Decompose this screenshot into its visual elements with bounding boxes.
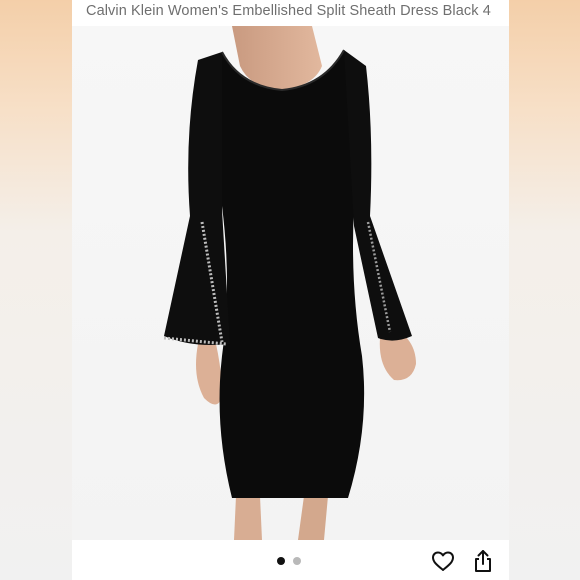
- carousel-dot[interactable]: [293, 557, 301, 565]
- carousel-dot-active[interactable]: [277, 557, 285, 565]
- listing-frame: Calvin Klein Women's Embellished Split S…: [72, 0, 509, 580]
- heart-icon: [432, 551, 454, 571]
- share-button[interactable]: [472, 549, 494, 573]
- listing-title: Calvin Klein Women's Embellished Split S…: [86, 3, 491, 19]
- dress-body: [213, 50, 367, 498]
- action-bar: [72, 540, 509, 580]
- like-button[interactable]: [431, 550, 455, 572]
- title-bar: Calvin Klein Women's Embellished Split S…: [72, 0, 509, 26]
- share-icon: [475, 550, 491, 572]
- carousel-indicator: [277, 557, 301, 565]
- dress-photo: [72, 26, 509, 540]
- product-image[interactable]: [72, 26, 509, 540]
- model-leg-left: [234, 496, 262, 540]
